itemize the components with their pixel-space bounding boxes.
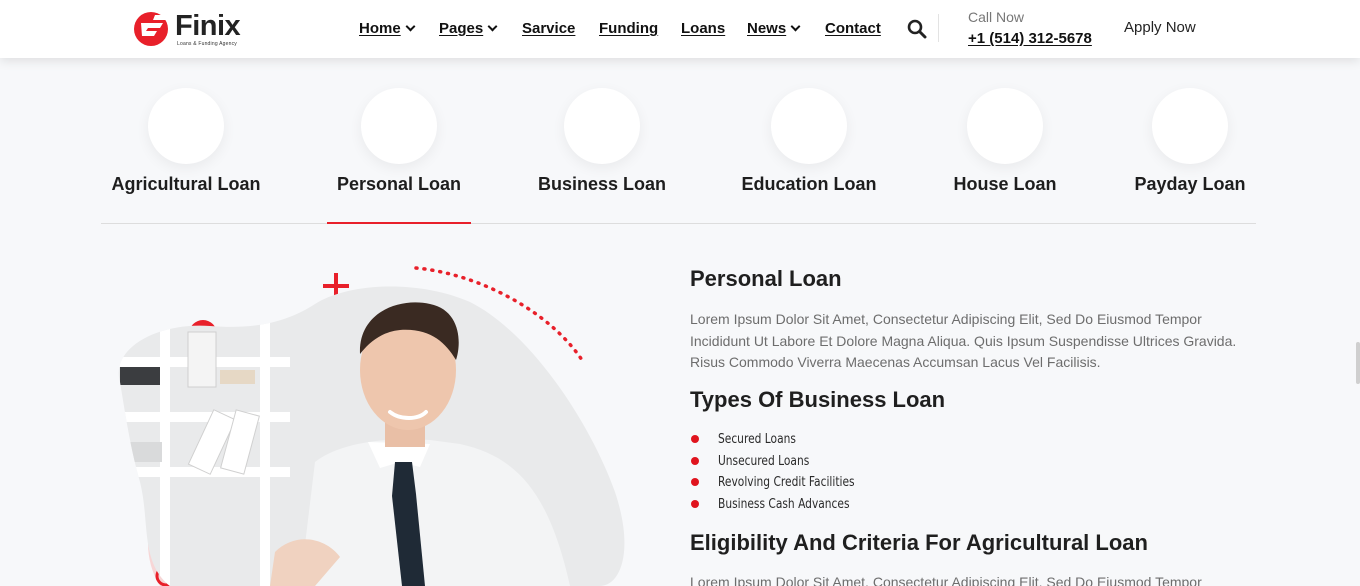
bullet-icon [691,456,699,465]
nav-funding-label: Funding [599,20,659,37]
site-header: Finix Loans & Funding Agency Home Pages … [0,0,1360,58]
tab-label: Payday Loan [1134,174,1246,194]
scrollbar-thumb[interactable] [1356,342,1360,384]
content-intro: Lorem Ipsum Dolor Sit Amet, Consectetur … [690,311,1237,370]
tab-label: Education Loan [741,174,877,194]
nav-contact-label: Contact [825,20,881,37]
list-item-label: Revolving Credit Facilities [718,475,855,490]
tab-icon-circle [564,88,640,164]
list-item-label: Secured Loans [718,432,796,447]
nav-pages-label: Pages [439,20,484,37]
nav-service[interactable]: Sarvice [522,20,575,37]
list-item: Unsecured Loans [690,451,885,473]
list-item: Business Cash Advances [690,494,885,516]
nav-news-label: News [747,20,787,37]
tab-label: Business Loan [537,174,667,194]
list-item: Revolving Credit Facilities [690,472,885,494]
list-item-label: Business Cash Advances [718,496,850,512]
tab-label: Agricultural Loan [111,174,261,194]
call-now-label: Call Now [968,9,1025,25]
loan-types-list: Secured Loans Unsecured Loans Revolving … [690,429,885,515]
bullet-icon [691,435,699,443]
list-item: Secured Loans [690,429,885,451]
types-title: Types Of Business Loan [690,387,946,412]
nav-pages[interactable]: Pages [439,20,498,37]
nav-loans-label: Loans [681,20,726,37]
eligibility-text: Lorem Ipsum Dolor Sit Amet, Consectetur … [690,574,1202,586]
nav-service-label: Sarvice [522,20,576,37]
phone-link[interactable]: +1 (514) 312-5678 [968,30,1092,47]
content-title: Personal Loan [690,266,842,291]
active-tab-indicator [327,222,471,224]
apply-now-button[interactable]: Apply Now [1124,19,1196,36]
eligibility-title: Eligibility And Criteria For Agricultura… [690,530,1148,555]
tabs-divider [101,223,1256,224]
nav-funding[interactable]: Funding [599,20,658,37]
tab-icon-circle [361,88,437,164]
nav-home-label: Home [359,20,401,37]
header-divider [938,14,939,42]
chevron-down-icon [790,21,801,32]
chevron-down-icon [487,21,498,32]
nav-news[interactable]: News [747,20,801,37]
tab-icon-circle [1152,88,1228,164]
tab-icon-circle [148,88,224,164]
bullet-icon [691,499,699,508]
logo-mark-icon [134,12,169,46]
bullet-icon [691,478,699,486]
list-item-label: Unsecured Loans [718,453,810,469]
tab-icon-circle [967,88,1043,164]
chevron-down-icon [405,21,416,32]
tab-icon-circle [771,88,847,164]
nav-loans[interactable]: Loans [681,20,725,37]
brand-name: Finix [175,10,241,42]
tab-label: House Loan [953,174,1057,194]
brand-tagline: Loans & Funding Agency [177,41,237,47]
tab-label: Personal Loan [336,174,462,194]
search-icon[interactable] [907,19,927,39]
nav-contact[interactable]: Contact [825,20,881,37]
nav-home[interactable]: Home [359,20,416,37]
businessman-illustration [100,266,625,586]
brand-logo[interactable]: Finix Loans & Funding Agency [133,10,258,50]
